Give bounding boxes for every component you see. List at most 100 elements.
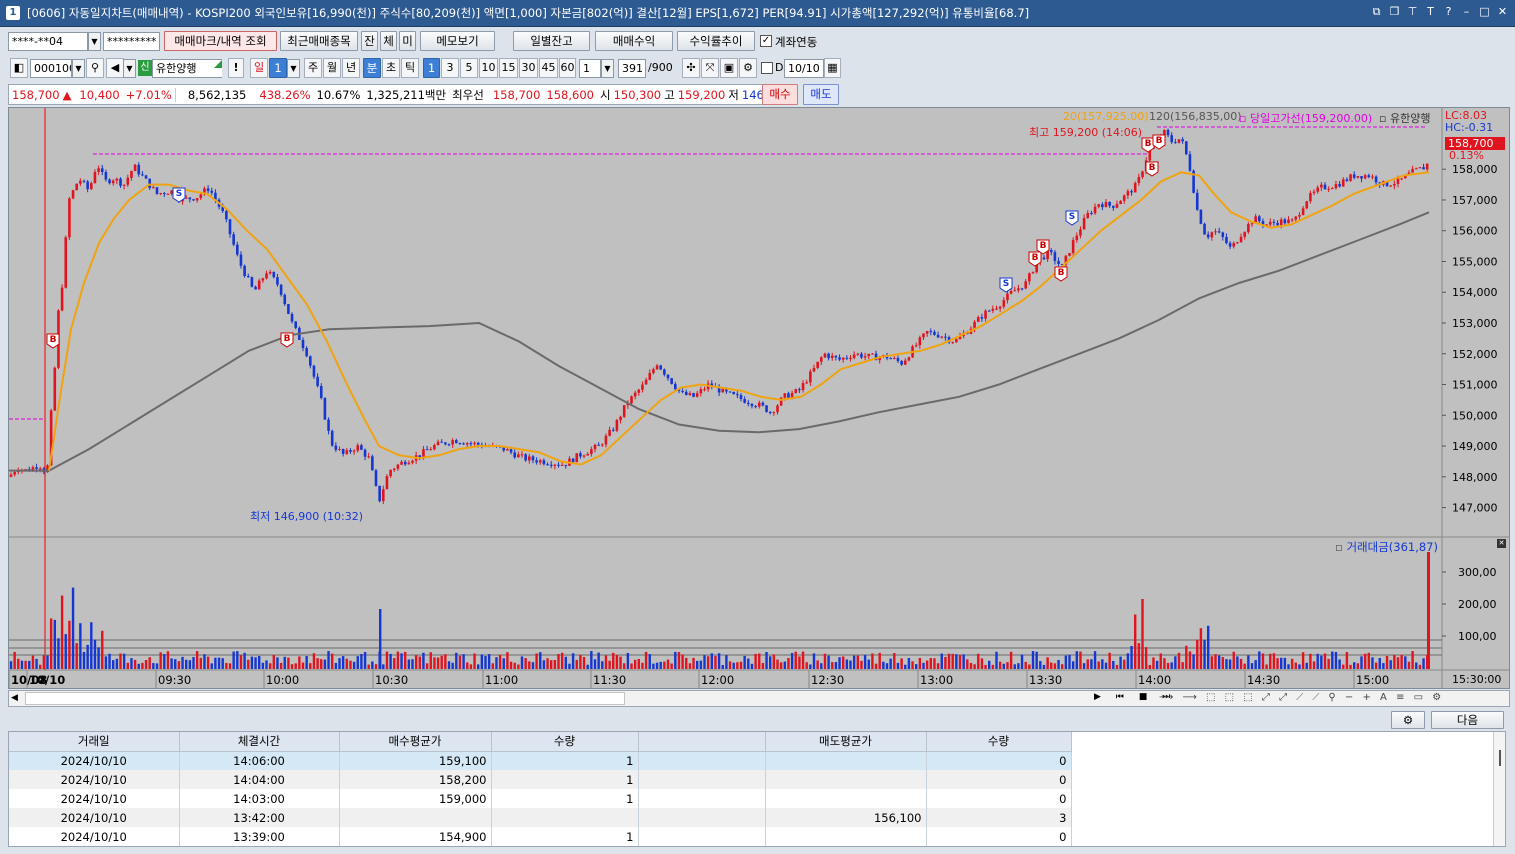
- filled-button[interactable]: 체: [380, 31, 397, 51]
- table-scrollbar[interactable]: [1493, 732, 1505, 846]
- drawing-tools[interactable]: ⟶ ⟶ ⬚ ⬚ ⬚ ⤢ ⤢ ⟋ ⟋ ⚲ − + A ≡ ▭ ⚙: [1159, 692, 1444, 703]
- candle-body: [1316, 187, 1319, 192]
- recent-stocks-button[interactable]: 최근매매종목: [280, 31, 358, 51]
- layout-icon[interactable]: ◧: [10, 58, 28, 78]
- save-icon[interactable]: ▣: [720, 58, 738, 78]
- interval-5[interactable]: 5: [460, 58, 478, 78]
- period-month-button[interactable]: 월: [323, 58, 341, 78]
- volume-bar: [652, 663, 655, 669]
- candle-body: [575, 453, 579, 463]
- volume-bar: [1323, 653, 1327, 669]
- interval-60[interactable]: 60: [559, 58, 576, 78]
- period-tick-button[interactable]: 틱: [401, 58, 419, 78]
- column-header[interactable]: [638, 732, 766, 752]
- table-row[interactable]: 2024/10/10 14:06:00 159,100 1 0: [9, 751, 1072, 770]
- chevron-down-icon[interactable]: ▼: [601, 59, 614, 78]
- daily-balance-button[interactable]: 일별잔고: [513, 31, 590, 51]
- candle-body: [371, 456, 374, 471]
- markers-query-button[interactable]: 매매마크/내역 조회: [164, 31, 277, 51]
- custom-interval-input[interactable]: 1: [579, 59, 601, 78]
- column-header[interactable]: 체결시간: [179, 732, 340, 752]
- link-icon[interactable]: ⧉: [1370, 5, 1383, 18]
- account-link-checkbox[interactable]: ✓: [760, 35, 772, 47]
- interval-10[interactable]: 10: [479, 58, 498, 78]
- text-icon[interactable]: T: [1424, 5, 1437, 18]
- sell-button[interactable]: 매도: [803, 84, 839, 105]
- column-header[interactable]: 거래일: [9, 732, 180, 752]
- candle-body: [279, 284, 283, 295]
- copy-icon[interactable]: ❐: [1388, 5, 1401, 18]
- period-week-button[interactable]: 주: [304, 58, 322, 78]
- x-tick-label: 13:00: [920, 673, 953, 687]
- period-year-button[interactable]: 년: [342, 58, 360, 78]
- next-button[interactable]: 다음: [1431, 711, 1504, 729]
- memo-button[interactable]: 메모보기: [420, 31, 495, 51]
- candle-body: [1400, 178, 1403, 180]
- column-header[interactable]: 수량: [491, 732, 639, 752]
- date-input[interactable]: 10/10: [784, 59, 824, 78]
- date-checkbox[interactable]: [761, 62, 773, 74]
- interval-45[interactable]: 45: [539, 58, 558, 78]
- candle-body: [444, 442, 447, 445]
- column-header[interactable]: 매수평균가: [339, 732, 492, 752]
- account-select[interactable]: ****-**04: [8, 32, 88, 51]
- chevron-down-icon[interactable]: ▼: [88, 32, 101, 51]
- volume-bar: [276, 657, 279, 669]
- column-header[interactable]: 매도평균가: [765, 732, 927, 752]
- x-tick-label: 09:30: [158, 673, 191, 687]
- period-day-button[interactable]: 일: [250, 58, 268, 78]
- price-chart[interactable]: B S 158,000157,000156,000155,000154,0001…: [8, 107, 1510, 689]
- volume-bar: [1137, 643, 1141, 669]
- volume-bar: [374, 664, 378, 669]
- alert-button[interactable]: !: [228, 58, 244, 78]
- search-icon[interactable]: ⚲: [86, 58, 104, 78]
- stock-name-field[interactable]: 유한양행: [152, 59, 222, 78]
- close-icon[interactable]: ✕: [1497, 539, 1506, 548]
- interval-3[interactable]: 3: [441, 58, 459, 78]
- interval-15[interactable]: 15: [499, 58, 518, 78]
- period-minute-button[interactable]: 분: [363, 58, 381, 78]
- crosshair-icon[interactable]: ✣: [682, 58, 700, 78]
- pin-icon[interactable]: ⊤: [1406, 5, 1419, 18]
- volume-bar: [1170, 662, 1173, 669]
- chevron-down-icon[interactable]: ▼: [287, 59, 300, 78]
- interval-1[interactable]: 1: [423, 58, 440, 78]
- table-row[interactable]: 2024/10/10 13:39:00 154,900 1 0: [9, 827, 1072, 846]
- column-header[interactable]: 수량: [926, 732, 1072, 752]
- unfilled-button[interactable]: 미: [399, 31, 416, 51]
- chart-scrollbar[interactable]: ◀ ▶ ⏮ ■ ⏭ ⟶ ⟶ ⬚ ⬚ ⬚ ⤢ ⤢ ⟋ ⟋ ⚲ − + A ≡ ▭ …: [8, 690, 1510, 707]
- close-icon[interactable]: ✕: [1496, 5, 1509, 18]
- password-field[interactable]: *********: [103, 32, 160, 51]
- buy-button[interactable]: 매수: [762, 84, 798, 105]
- scroll-left-icon[interactable]: ◀: [11, 693, 18, 703]
- chevron-down-icon[interactable]: ▼: [72, 59, 85, 78]
- candle-body: [622, 405, 626, 417]
- help-icon[interactable]: ?: [1442, 5, 1455, 18]
- scroll-thumb[interactable]: [1499, 750, 1501, 766]
- table-row[interactable]: 2024/10/10 13:42:00 156,100 3: [9, 808, 1072, 827]
- tool-icon[interactable]: ⤧: [701, 58, 719, 78]
- volume-bar: [1013, 664, 1016, 669]
- period-second-button[interactable]: 초: [382, 58, 400, 78]
- table-row[interactable]: 2024/10/10 14:04:00 158,200 1 0: [9, 770, 1072, 789]
- volume-bar: [495, 657, 498, 669]
- speaker-icon[interactable]: ◀: [106, 58, 124, 78]
- return-trend-button[interactable]: 수익률추이: [677, 31, 755, 51]
- trade-profit-button[interactable]: 매매수익: [595, 31, 673, 51]
- table-row[interactable]: 2024/10/10 14:03:00 159,000 1 0: [9, 789, 1072, 808]
- candle-body: [1090, 212, 1093, 214]
- stock-code-input[interactable]: 000100: [30, 59, 72, 78]
- count-input[interactable]: 391: [618, 59, 646, 78]
- period-number[interactable]: 1: [269, 58, 287, 78]
- scroll-thumb[interactable]: [25, 692, 625, 705]
- chevron-down-icon[interactable]: ▼: [123, 59, 136, 78]
- volume-bar: [487, 654, 491, 669]
- gear-icon[interactable]: ⚙: [739, 58, 757, 78]
- minimize-icon[interactable]: –: [1460, 5, 1473, 18]
- interval-30[interactable]: 30: [519, 58, 538, 78]
- balance-button[interactable]: 잔: [361, 31, 378, 51]
- settings-gear-icon[interactable]: ⚙: [1391, 711, 1425, 729]
- candle-body: [655, 365, 659, 370]
- maximize-icon[interactable]: □: [1478, 5, 1491, 18]
- calendar-icon[interactable]: ▦: [824, 58, 841, 78]
